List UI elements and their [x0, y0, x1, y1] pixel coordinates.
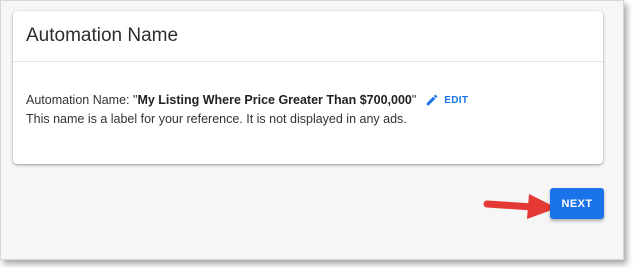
card-title: Automation Name: [26, 25, 179, 46]
automation-name-description: This name is a label for your reference.…: [26, 112, 407, 126]
edit-label: EDIT: [444, 94, 469, 106]
automation-name-prefix: Automation Name: ": [26, 93, 138, 107]
edit-button[interactable]: EDIT: [425, 93, 468, 107]
automation-name-row: Automation Name: " My Listing Where Price…: [26, 91, 603, 109]
pencil-icon: [427, 94, 438, 106]
next-button[interactable]: NEXT: [550, 188, 604, 219]
automation-name-suffix: ": [411, 93, 417, 107]
card-body: Automation Name: " My Listing Where Price…: [13, 62, 603, 126]
red-arrow-icon: [483, 194, 557, 219]
automation-name-card: Automation Name Automation Name: " My Lis…: [13, 11, 603, 164]
automation-name-value: My Listing Where Price Greater Than $700…: [137, 93, 412, 107]
screenshot-frame: Automation Name Automation Name: " My Lis…: [0, 0, 624, 260]
card-header: Automation Name: [13, 11, 603, 62]
